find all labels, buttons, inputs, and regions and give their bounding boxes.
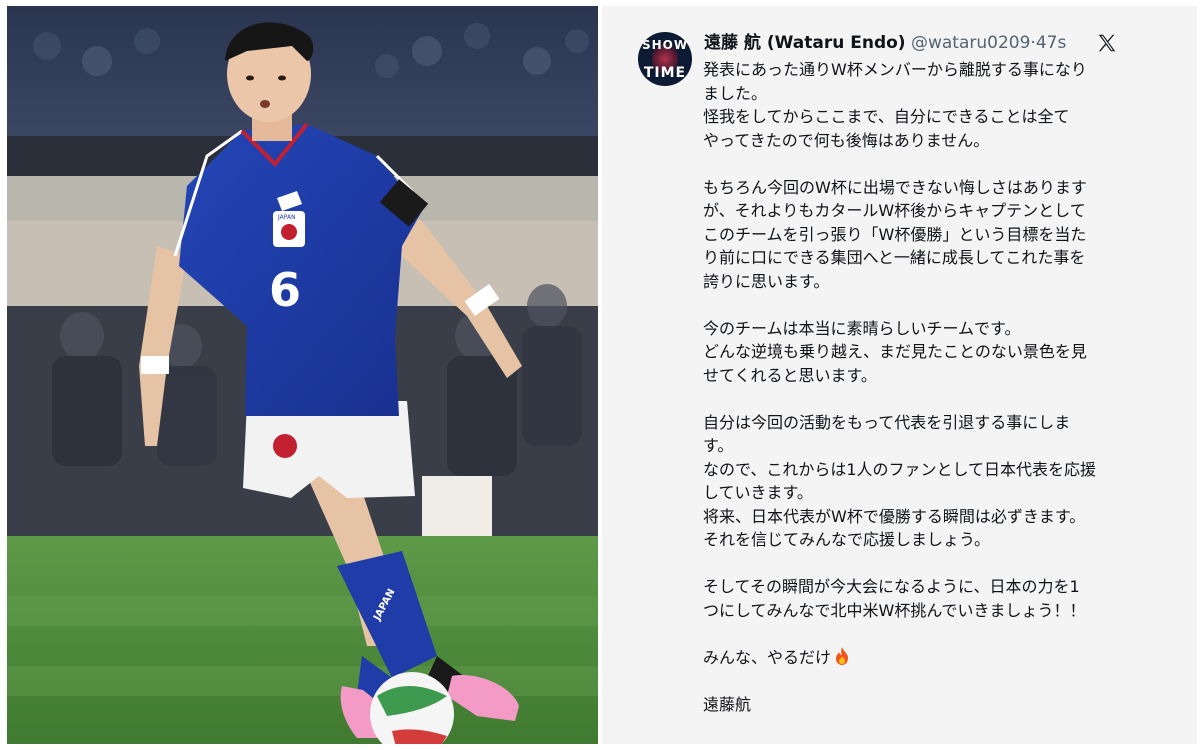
post-signature: 遠藤航 xyxy=(703,694,752,714)
post-line: す。 xyxy=(703,436,734,455)
display-name[interactable]: 遠藤 航 (Wataru Endo) xyxy=(704,33,906,53)
post-line: なので、これからは1人のファンとして日本代表を応援 xyxy=(703,459,1097,479)
post-body: 発表にあった通りW杯メンバーから離脱する事になり ました。 怪我をしてからここま… xyxy=(703,58,1123,716)
post-time[interactable]: 47s xyxy=(1036,33,1067,53)
closing-text: みんな、やるだけ xyxy=(703,647,832,667)
jersey-number: 6 xyxy=(269,263,301,317)
post-line: そしてその瞬間が今大会になるように、日本の力を1 xyxy=(703,577,1080,596)
post-line: やってきたので何も後悔はありません。 xyxy=(703,130,990,150)
post-line: 将来、日本代表がW杯で優勝する瞬間は必ずきます。 xyxy=(703,506,1086,526)
post-line: 自分は今回の活動をもって代表を引退する事にしま xyxy=(703,412,1071,432)
avatar-text-bottom: TIME xyxy=(643,65,687,81)
post-line: 怪我をしてからここまで、自分にできることは全て xyxy=(703,107,1070,126)
x-logo-icon[interactable] xyxy=(1096,32,1118,54)
post-line: 今のチームは本当に素晴らしいチームです。 xyxy=(703,318,1021,338)
post-line: ました。 xyxy=(703,83,768,103)
post-line: り前に口にできる集団へと一緒に成長してこれた事を xyxy=(703,248,1086,267)
post-line: していきます。 xyxy=(703,483,813,502)
post-header: 遠藤 航 (Wataru Endo) @wataru0209·47s xyxy=(704,32,1066,54)
fire-icon xyxy=(836,646,849,665)
avatar-text-top: SHOW xyxy=(641,38,689,52)
post-line: 発表にあった通りW杯メンバーから離脱する事になり xyxy=(703,60,1087,79)
post-line-closing: みんな、やるだけ xyxy=(703,646,1123,670)
x-post: SHOW TIME 遠藤 航 (Wataru Endo) @wataru0209… xyxy=(602,6,1197,744)
player-illustration: JAPAN JAPAN 6 xyxy=(7,6,598,744)
post-line: どんな逆境も乗り越え、まだ見たことのない景色を見 xyxy=(703,342,1087,361)
post-line: それを信じてみんなで応援しましょう。 xyxy=(703,530,991,549)
cool-box xyxy=(422,476,492,536)
post-line: もちろん今回のW杯に出場できない悔しさはあります xyxy=(703,177,1087,197)
user-handle[interactable]: @wataru0209 xyxy=(911,33,1030,53)
post-line: つにしてみんなで北中米W杯挑んでいきましょう！！ xyxy=(703,600,1086,620)
post-line: 誇りに思います。 xyxy=(703,271,830,291)
post-line: せてくれると思います。 xyxy=(703,365,877,385)
avatar[interactable]: SHOW TIME xyxy=(638,32,692,86)
post-line: このチームを引っ張り「W杯優勝」という目標を当た xyxy=(703,224,1087,244)
wristband-left xyxy=(141,356,169,374)
player-photo: JAPAN JAPAN 6 xyxy=(7,6,598,744)
post-line: が、それよりもカタールW杯後からキャプテンとして xyxy=(703,201,1086,220)
svg-text:JAPAN: JAPAN xyxy=(277,214,296,221)
